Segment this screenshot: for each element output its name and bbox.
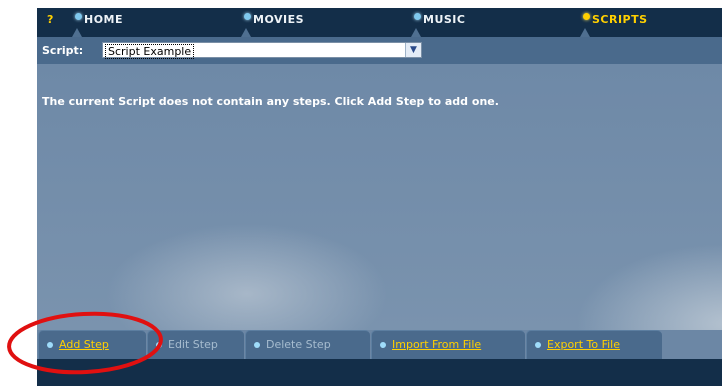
empty-state-message: The current Script does not contain any … — [42, 95, 499, 108]
script-steps-panel: The current Script does not contain any … — [37, 64, 722, 330]
nav-movies-label: MOVIES — [253, 13, 305, 26]
action-tabs: Add Step Edit Step Delete Step Import Fr… — [37, 330, 722, 359]
tab-add-step[interactable]: Add Step — [38, 330, 146, 359]
chevron-down-icon: ▼ — [410, 45, 417, 55]
bullet-icon — [583, 13, 590, 20]
footer-bar — [37, 359, 722, 386]
nav-pointer-icon — [241, 28, 251, 37]
bullet-icon — [75, 13, 82, 20]
dropdown-button[interactable]: ▼ — [405, 43, 421, 57]
bullet-icon — [156, 342, 162, 348]
tab-delete-step-label: Delete Step — [266, 338, 331, 351]
nav-pointer-icon — [72, 28, 82, 37]
tab-add-step-label: Add Step — [59, 338, 109, 351]
script-select-value: Script Example — [105, 44, 195, 59]
script-select[interactable]: Script Example ▼ — [102, 42, 422, 59]
bullet-icon — [380, 342, 386, 348]
tab-edit-step-label: Edit Step — [168, 338, 218, 351]
tab-edit-step: Edit Step — [147, 330, 244, 359]
bullet-icon — [244, 13, 251, 20]
nav-pointer-icon — [580, 28, 590, 37]
bullet-icon — [535, 342, 541, 348]
script-bar: Script: Script Example ▼ — [37, 37, 722, 64]
script-label: Script: — [42, 44, 84, 57]
top-navigation: ? HOME MOVIES MUSIC SCRIPTS — [37, 8, 722, 37]
bullet-icon — [47, 342, 53, 348]
tab-import-label: Import From File — [392, 338, 482, 351]
help-button[interactable]: ? — [47, 10, 53, 30]
tab-export-label: Export To File — [547, 338, 620, 351]
bullet-icon — [414, 13, 421, 20]
tab-import-from-file[interactable]: Import From File — [371, 330, 525, 359]
nav-home-label: HOME — [84, 13, 124, 26]
nav-music-label: MUSIC — [423, 13, 466, 26]
nav-scripts-label: SCRIPTS — [592, 13, 648, 26]
app-window: ? HOME MOVIES MUSIC SCRIPTS Script: Scri… — [37, 8, 722, 386]
bullet-icon — [254, 342, 260, 348]
tab-delete-step: Delete Step — [245, 330, 370, 359]
tab-export-to-file[interactable]: Export To File — [526, 330, 662, 359]
nav-pointer-icon — [411, 28, 421, 37]
